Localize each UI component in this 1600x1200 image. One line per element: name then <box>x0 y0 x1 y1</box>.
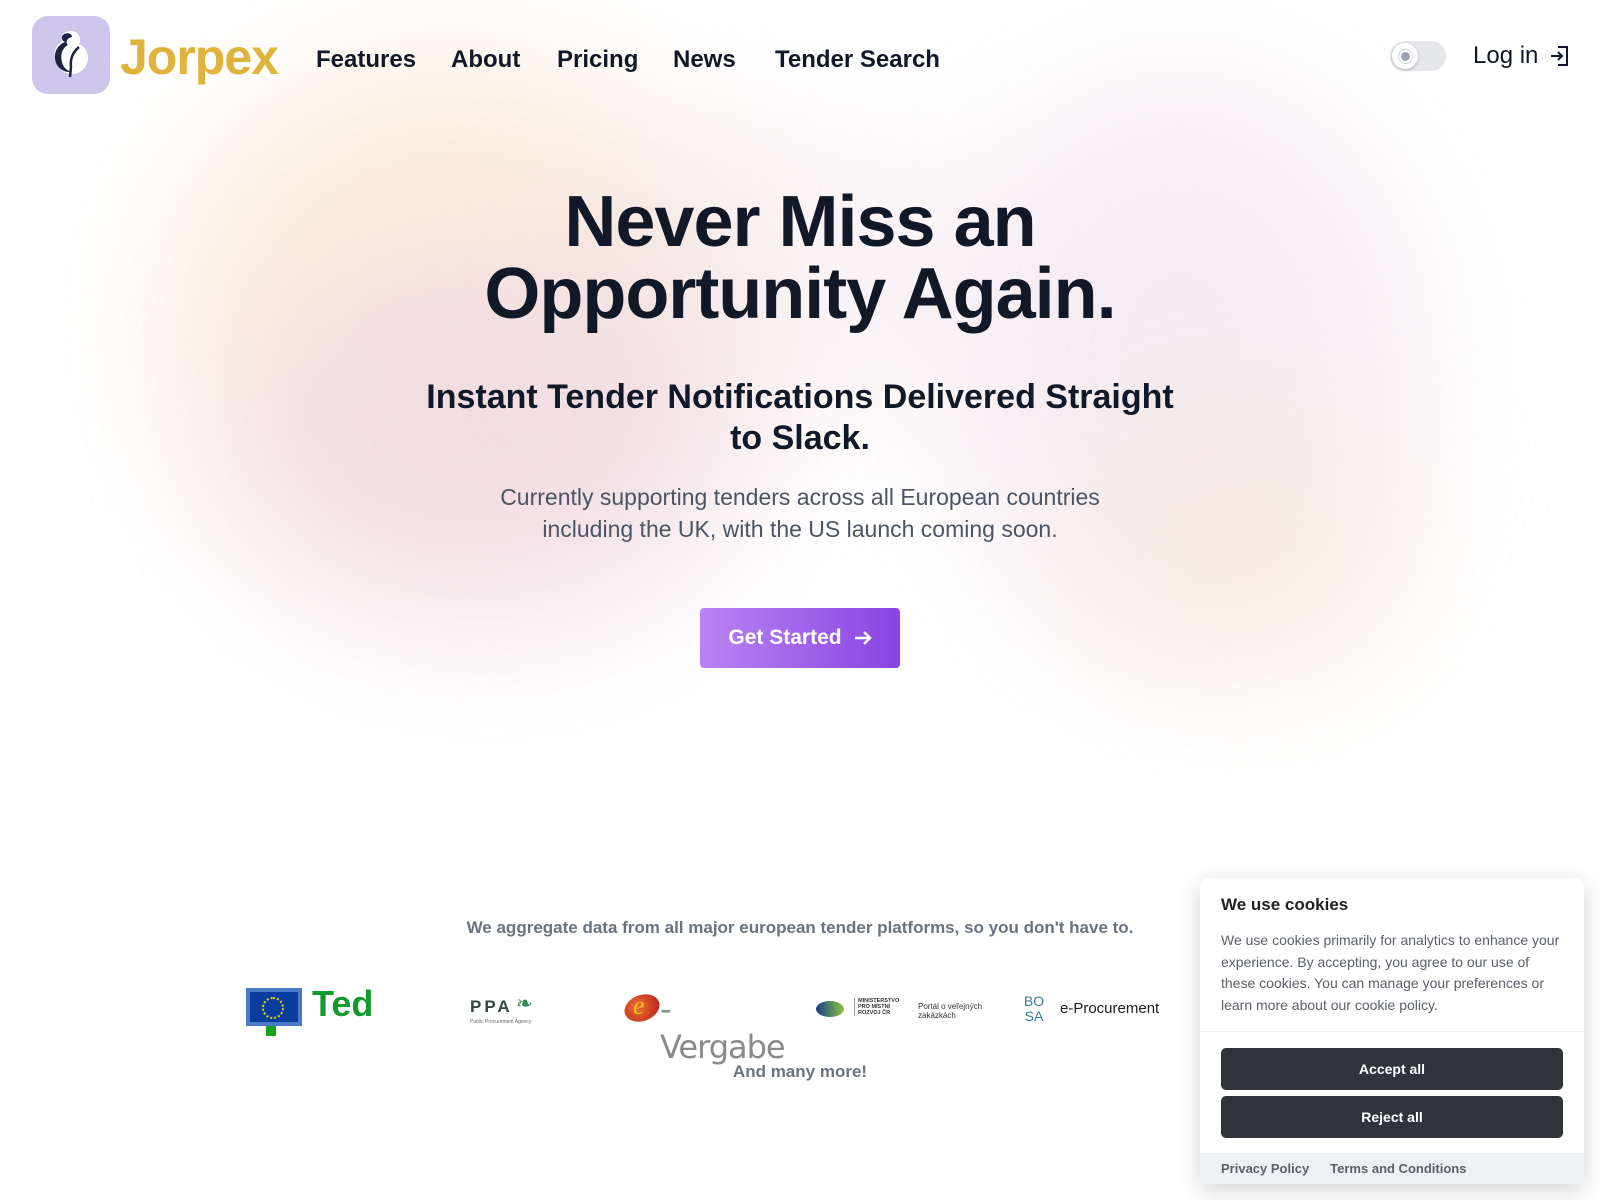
nav-tender-search[interactable]: Tender Search <box>775 46 940 74</box>
cookie-footer: Privacy Policy Terms and Conditions <box>1200 1153 1584 1184</box>
nav-news[interactable]: News <box>673 46 736 74</box>
logo-icon[interactable] <box>32 16 110 94</box>
login-icon <box>1551 46 1569 66</box>
bg-blob <box>1080 420 1410 680</box>
theme-toggle[interactable] <box>1390 41 1446 71</box>
cookie-body: We use cookies primarily for analytics t… <box>1221 932 1560 1013</box>
accept-all-button[interactable]: Accept all <box>1221 1048 1563 1090</box>
hero-subtitle: Instant Tender Notifications Delivered S… <box>426 378 1174 457</box>
mmr-logo: MINISTERSTVO PRO MÍSTNÍ ROZVOJ ČR Portál… <box>816 985 986 1035</box>
ted-logo: Ted <box>246 983 373 1036</box>
arrow-right-icon <box>854 631 872 645</box>
brand-name[interactable]: Jorpex <box>120 28 279 86</box>
hero-lead: Currently supporting tenders across all … <box>500 484 1100 542</box>
terms-link[interactable]: Terms and Conditions <box>1330 1161 1466 1176</box>
nav-features[interactable]: Features <box>316 46 416 74</box>
ppa-logo: PPA ❧ Public Procurement Agency <box>470 993 533 1025</box>
evergabe-logo: e -Vergabe <box>620 985 790 1066</box>
cookie-banner: We use cookies We use cookies primarily … <box>1200 878 1584 1184</box>
reject-all-button[interactable]: Reject all <box>1221 1096 1563 1138</box>
nav-pricing[interactable]: Pricing <box>557 46 638 74</box>
bosa-logo: BO SA e-Procurement <box>1023 993 1160 1024</box>
privacy-policy-link[interactable]: Privacy Policy <box>1221 1161 1309 1176</box>
hero-title: Never Miss an Opportunity Again. <box>484 182 1116 334</box>
login-button[interactable]: Log in <box>1473 42 1570 70</box>
login-label: Log in <box>1473 42 1539 69</box>
get-started-button[interactable]: Get Started <box>700 608 900 668</box>
sun-icon <box>1392 43 1418 69</box>
nav-about[interactable]: About <box>451 46 520 74</box>
cookie-title: We use cookies <box>1221 895 1349 914</box>
